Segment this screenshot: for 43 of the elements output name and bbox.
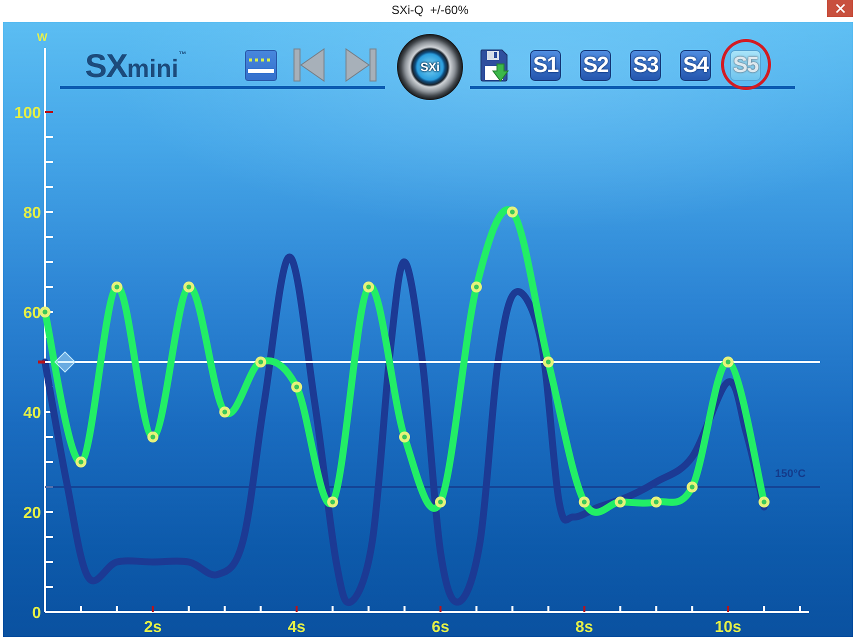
- data-point[interactable]: [578, 496, 590, 508]
- floppy-icon: [480, 48, 509, 82]
- preset-button[interactable]: S4: [680, 50, 711, 80]
- close-button[interactable]: [827, 0, 853, 17]
- x-tick-label: 10s: [714, 619, 742, 636]
- skip-forward-icon: [345, 48, 377, 82]
- brand-logo: SXmini™: [85, 48, 188, 82]
- x-tick-label: 4s: [288, 619, 306, 636]
- y-tick-label: 80: [23, 205, 41, 222]
- axis-unit-label: W: [37, 32, 48, 44]
- data-point[interactable]: [686, 482, 698, 492]
- data-point[interactable]: [542, 356, 554, 368]
- line-mode-button[interactable]: [245, 50, 277, 80]
- preset-button[interactable]: S2: [580, 50, 611, 80]
- y-tick-label: 60: [23, 305, 41, 322]
- data-point[interactable]: [255, 356, 266, 368]
- diamond-handle[interactable]: [54, 351, 76, 373]
- save-button[interactable]: [480, 48, 509, 82]
- data-point[interactable]: [758, 496, 770, 508]
- data-point[interactable]: [399, 432, 410, 442]
- data-point[interactable]: [650, 496, 662, 508]
- data-point[interactable]: [434, 496, 446, 508]
- close-icon: [836, 4, 844, 13]
- x-tick-label: 2s: [144, 619, 162, 636]
- lines-icon: [248, 56, 274, 74]
- preset-button[interactable]: S1: [530, 50, 561, 80]
- x-tick-label: 8s: [575, 619, 594, 636]
- data-point[interactable]: [722, 356, 734, 368]
- y-tick-label: 20: [23, 505, 41, 522]
- data-point[interactable]: [75, 456, 86, 468]
- data-point[interactable]: [147, 432, 158, 442]
- y-tick-label: 100: [14, 105, 41, 122]
- y-tick-label: 0: [32, 605, 41, 622]
- data-point[interactable]: [614, 496, 626, 508]
- data-point[interactable]: [327, 496, 338, 508]
- y-tick-label: 40: [23, 405, 41, 422]
- x-tick-label: 6s: [432, 619, 450, 636]
- window-title: SXi-Q +/-60%: [391, 2, 469, 19]
- skip-back-icon: [293, 48, 325, 82]
- selection-ring-icon: [721, 38, 771, 90]
- preset-button[interactable]: S3: [630, 50, 661, 80]
- data-point[interactable]: [219, 406, 230, 418]
- data-point[interactable]: [291, 382, 302, 392]
